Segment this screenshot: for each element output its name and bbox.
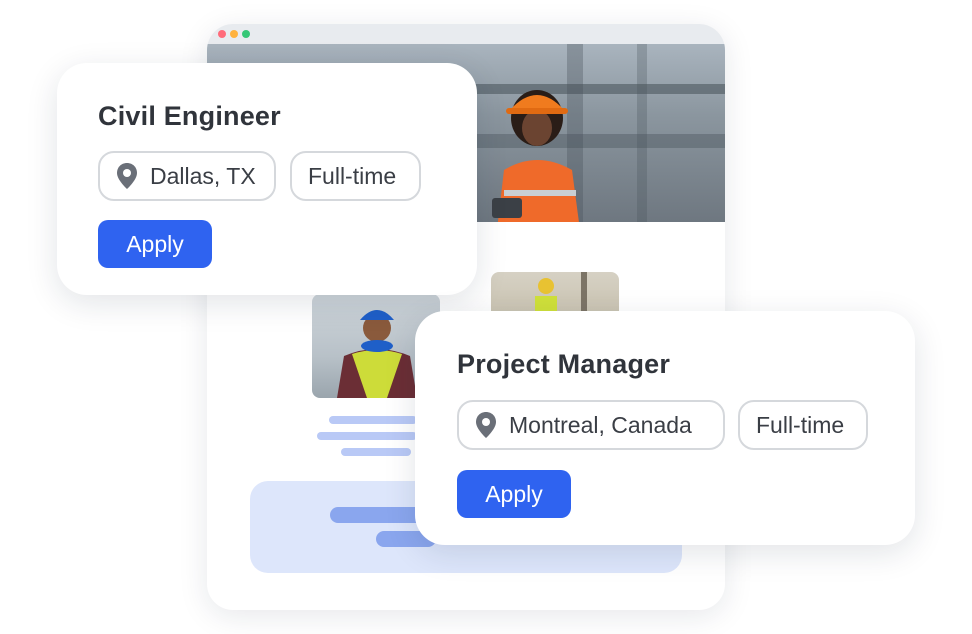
window-close-dot	[218, 30, 226, 38]
location-text: Montreal, Canada	[509, 411, 692, 438]
apply-button[interactable]: Apply	[98, 220, 212, 268]
employment-type-chip: Full-time	[738, 400, 868, 450]
window-minimize-dot	[230, 30, 238, 38]
location-pin-icon	[476, 412, 496, 438]
job-title: Civil Engineer	[98, 101, 281, 131]
employment-type-text: Full-time	[756, 411, 845, 438]
browser-title-bar	[207, 24, 725, 44]
apply-button[interactable]: Apply	[457, 470, 571, 518]
job-card: Project Manager Montreal, Canada Full-ti…	[415, 311, 915, 545]
text-placeholder-line	[317, 432, 417, 440]
job-card: Civil Engineer Dallas, TX Full-time Appl…	[57, 63, 477, 295]
location-pin-icon	[117, 163, 137, 189]
location-chip: Montreal, Canada	[457, 400, 725, 450]
location-chip: Dallas, TX	[98, 151, 276, 201]
window-maximize-dot	[242, 30, 250, 38]
text-placeholder-line	[341, 448, 411, 456]
engineer-photo	[492, 90, 579, 222]
employment-type-chip: Full-time	[290, 151, 421, 201]
job-title: Project Manager	[457, 349, 671, 379]
text-placeholder-line	[329, 416, 417, 424]
employment-type-text: Full-time	[308, 162, 397, 189]
location-text: Dallas, TX	[150, 162, 256, 189]
